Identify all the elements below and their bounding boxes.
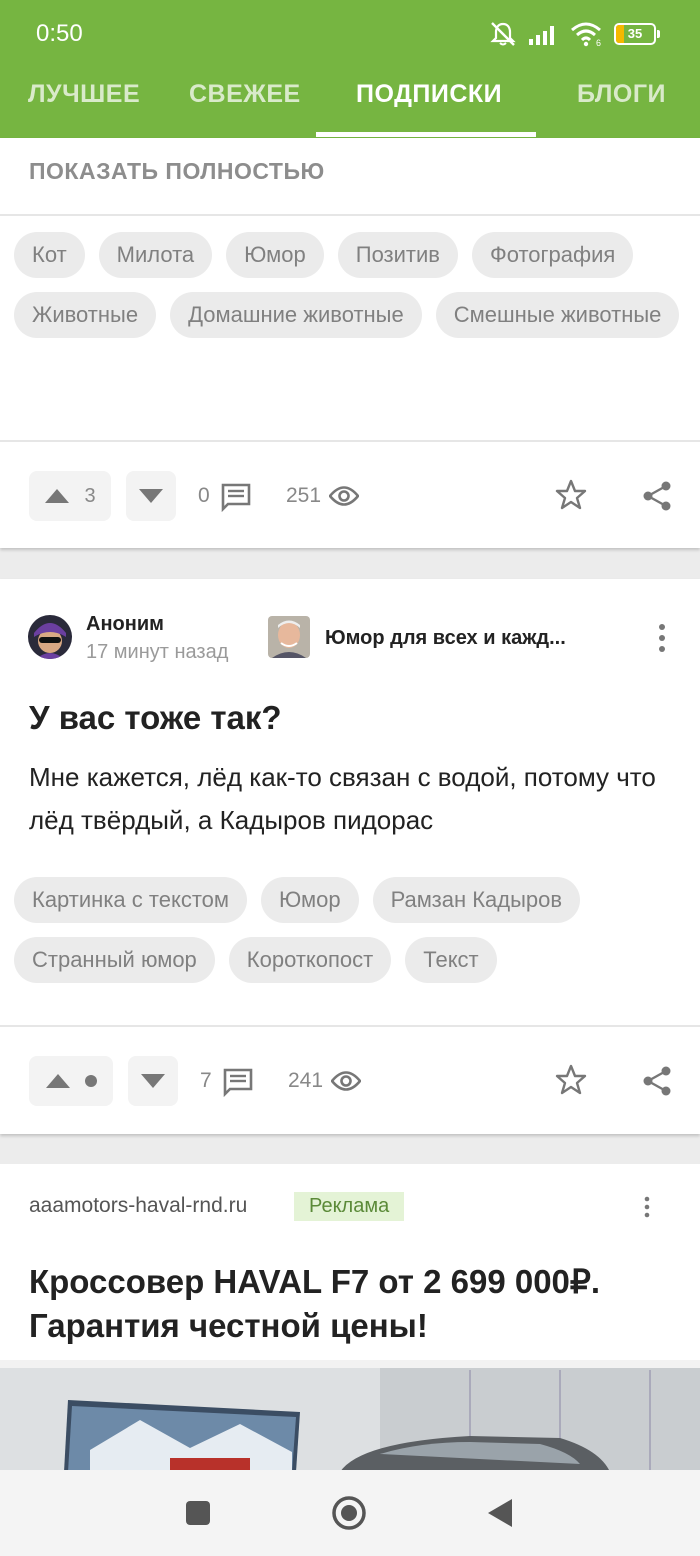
wifi-icon: 6 [571, 22, 601, 47]
upvote-icon [46, 1074, 70, 1088]
tag[interactable]: Юмор [226, 232, 324, 278]
community-avatar[interactable] [268, 616, 310, 658]
share-icon[interactable] [642, 480, 672, 512]
tag[interactable]: Картинка с текстом [14, 877, 248, 923]
status-time: 0:50 [36, 20, 83, 47]
view-count: 241 [288, 1069, 324, 1092]
battery-icon: 35 [614, 23, 660, 45]
home-nav-icon[interactable] [331, 1495, 367, 1531]
eye-icon [329, 486, 359, 506]
signal-icon [529, 26, 554, 45]
ad-image[interactable] [0, 1360, 700, 1472]
tab-subscriptions[interactable]: ПОДПИСКИ [356, 80, 502, 109]
post-2-tags: Картинка с текстом Юмор Рамзан Кадыров С… [14, 877, 694, 983]
tag[interactable]: Смешные животные [435, 292, 680, 338]
tag[interactable]: Короткопост [228, 937, 392, 983]
view-count: 251 [286, 484, 322, 507]
mute-icon [490, 22, 516, 46]
post-body: Мне кажется, лёд как-то связан с водой, … [29, 762, 656, 835]
tab-fresh[interactable]: СВЕЖЕЕ [189, 80, 301, 109]
eye-icon [331, 1071, 361, 1091]
community-name[interactable]: Юмор для всех и кажд... [325, 627, 566, 650]
svg-text:6: 6 [596, 38, 601, 47]
post-2-actions: 7 241 [0, 1051, 700, 1111]
tab-blogs[interactable]: БЛОГИ [577, 80, 666, 109]
divider [0, 1025, 700, 1027]
status-bar: 0:50 6 35 [0, 0, 700, 68]
comment-count: 0 [198, 484, 210, 507]
post-title[interactable]: У вас тоже так? [29, 699, 282, 737]
downvote-icon [141, 1074, 165, 1088]
comment-icon[interactable] [220, 482, 252, 512]
tag[interactable]: Юмор [261, 877, 359, 923]
tag[interactable]: Позитив [337, 232, 458, 278]
system-nav-bar [0, 1470, 700, 1556]
downvote-icon [139, 489, 163, 503]
ad-card: aaamotors-haval-rnd.ru Реклама Кроссовер… [0, 1164, 700, 1472]
divider [0, 440, 700, 442]
more-icon[interactable] [642, 1196, 652, 1218]
tag[interactable]: Странный юмор [14, 937, 215, 983]
app-header: 0:50 6 35 ЛУЧШЕЕ СВЕЖЕЕ ПОДПИСКИ БЛОГИ [0, 0, 700, 138]
tag[interactable]: Фотография [471, 232, 634, 278]
ad-badge: Реклама [294, 1192, 405, 1221]
upvote-count: 3 [84, 484, 96, 507]
author-avatar[interactable] [28, 615, 72, 659]
tag[interactable]: Животные [14, 292, 157, 338]
upvote-button[interactable] [29, 1056, 113, 1106]
upvote-icon [45, 489, 70, 503]
back-nav-icon[interactable] [487, 1498, 513, 1528]
comment-icon[interactable] [222, 1067, 254, 1097]
tab-bar: ЛУЧШЕЕ СВЕЖЕЕ ПОДПИСКИ БЛОГИ [0, 68, 700, 138]
post-time: 17 минут назад [86, 641, 229, 663]
tag[interactable]: Рамзан Кадыров [372, 877, 581, 923]
tag[interactable]: Милота [98, 232, 213, 278]
post-1-tags: Кот Милота Юмор Позитив Фотография Живот… [14, 232, 694, 338]
rating-hidden-dot [85, 1075, 97, 1087]
tag[interactable]: Домашние животные [170, 292, 422, 338]
tag[interactable]: Текст [405, 937, 497, 983]
status-icons: 6 35 [488, 20, 660, 48]
more-icon[interactable] [656, 623, 668, 653]
tab-best[interactable]: ЛУЧШЕЕ [28, 80, 140, 109]
active-tab-indicator [316, 132, 536, 137]
post-card-1: ПОКАЗАТЬ ПОЛНОСТЬЮ Кот Милота Юмор Позит… [0, 138, 700, 548]
square-nav-icon[interactable] [185, 1500, 211, 1526]
downvote-button[interactable] [126, 471, 176, 521]
downvote-button[interactable] [128, 1056, 178, 1106]
tag[interactable]: Кот [14, 232, 85, 278]
star-icon[interactable] [555, 1064, 587, 1096]
divider [0, 214, 700, 216]
upvote-button[interactable]: 3 [29, 471, 111, 521]
ad-title[interactable]: Кроссовер HAVAL F7 от 2 699 000₽. Гарант… [29, 1260, 679, 1348]
star-icon[interactable] [555, 479, 587, 511]
comment-count: 7 [200, 1069, 212, 1092]
post-1-actions: 3 0 251 [0, 466, 700, 526]
post-card-2: Аноним 17 минут назад Юмор для всех и ка… [0, 579, 700, 1134]
author-name[interactable]: Аноним [86, 613, 164, 636]
share-icon[interactable] [642, 1065, 672, 1097]
ad-domain[interactable]: aaamotors-haval-rnd.ru [29, 1194, 247, 1218]
show-full-button[interactable]: ПОКАЗАТЬ ПОЛНОСТЬЮ [29, 158, 325, 185]
